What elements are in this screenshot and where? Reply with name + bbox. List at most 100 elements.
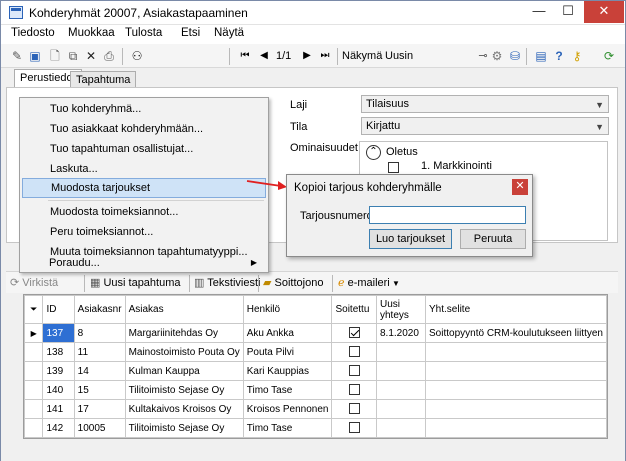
soitettu-checkbox[interactable] xyxy=(348,346,360,358)
collapse-icon[interactable]: ⌃ xyxy=(366,145,381,160)
menu-etsi[interactable]: Etsi xyxy=(181,27,200,39)
column-asiakasnr[interactable]: Asiakasnr xyxy=(73,295,126,324)
tree-child-checkbox[interactable] xyxy=(388,161,399,173)
cell-uusi-yhteys[interactable] xyxy=(375,342,427,362)
soitettu-checkbox[interactable] xyxy=(348,365,360,377)
column-id[interactable]: ID xyxy=(42,295,75,324)
menu-item-tuo-kohderyhma[interactable]: Tuo kohderyhmä... xyxy=(22,99,266,119)
cell-id[interactable]: 138 xyxy=(42,342,75,362)
cell-soitettu[interactable] xyxy=(331,399,377,419)
menu-muokkaa[interactable]: Muokkaa xyxy=(68,27,115,39)
first-record-icon[interactable]: ⏮ xyxy=(237,48,253,64)
cell-yht-selite[interactable] xyxy=(425,418,607,438)
settings-icon[interactable]: ⚙ xyxy=(489,48,505,64)
cell-henkilo[interactable]: Kari Kauppias xyxy=(242,361,333,381)
menu-item-muodosta-tarjoukset[interactable]: Muodosta tarjoukset xyxy=(22,178,266,198)
database-icon[interactable]: ⛁ xyxy=(507,48,523,64)
table-row[interactable]: ▶ 137 8 Margariinitehdas Oy Aku Ankka 8.1.202… xyxy=(24,323,607,343)
cell-asiakasnr[interactable]: 8 xyxy=(73,323,126,343)
edit-icon[interactable]: ✎ xyxy=(9,48,25,64)
table-row[interactable]: 141 17 Kultakaivos Kroisos Oy Kroisos Penno… xyxy=(24,399,607,419)
menu-tiedosto[interactable]: Tiedosto xyxy=(11,27,55,39)
key-icon[interactable]: ⚷ xyxy=(569,48,585,64)
table-row[interactable]: 138 11 Mainostoimisto Pouta Oy Pouta Pilvi xyxy=(24,342,607,362)
cell-soitettu[interactable] xyxy=(331,342,377,362)
list-icon[interactable]: ▤ xyxy=(533,48,549,64)
next-record-icon[interactable]: ▶ xyxy=(299,48,315,64)
cell-yht-selite[interactable] xyxy=(425,361,607,381)
refresh-button[interactable]: ⟳ Virkistä xyxy=(10,276,58,289)
cell-id[interactable]: 140 xyxy=(42,380,75,400)
cell-uusi-yhteys[interactable] xyxy=(375,380,427,400)
menu-tulosta[interactable]: Tulosta xyxy=(125,27,162,39)
cell-henkilo[interactable]: Timo Tase xyxy=(242,418,333,438)
column-chooser[interactable]: ⏷ xyxy=(24,295,44,324)
create-offers-button[interactable]: Luo tarjoukset xyxy=(369,229,452,249)
view-select[interactable]: Uusin xyxy=(385,50,413,62)
soitettu-checkbox[interactable] xyxy=(348,403,360,415)
soitettu-checkbox[interactable] xyxy=(348,384,360,396)
cell-henkilo[interactable]: Kroisos Pennonen xyxy=(242,399,333,419)
menu-item-muodosta-toimeksiannot[interactable]: Muodosta toimeksiannot... xyxy=(22,202,266,222)
cell-henkilo[interactable]: Pouta Pilvi xyxy=(242,342,333,362)
soitettu-checkbox[interactable] xyxy=(348,327,360,339)
minimize-button[interactable]: — xyxy=(525,1,553,23)
column-uusi-yhteys[interactable]: Uusi yhteys xyxy=(375,295,427,324)
menu-item-laskuta[interactable]: Laskuta... xyxy=(22,159,266,179)
cell-asiakasnr[interactable]: 17 xyxy=(73,399,126,419)
tree-root[interactable]: Oletus xyxy=(386,146,418,158)
save-icon[interactable]: ▣ xyxy=(27,48,43,64)
call-queue-button[interactable]: ▰ Soittojono xyxy=(263,276,323,289)
email-button[interactable]: ℯ e-maileri ▼ xyxy=(338,276,400,289)
cell-soitettu[interactable] xyxy=(331,380,377,400)
cell-asiakasnr[interactable]: 15 xyxy=(73,380,126,400)
cell-uusi-yhteys[interactable]: 8.1.2020 xyxy=(375,323,427,343)
column-yht-selite[interactable]: Yht.selite xyxy=(425,295,607,324)
cell-asiakasnr[interactable]: 14 xyxy=(73,361,126,381)
menu-item-tuo-osallistujat[interactable]: Tuo tapahtuman osallistujat... xyxy=(22,139,266,159)
tila-select[interactable]: Kirjattu ▼ xyxy=(361,117,609,135)
new-document-icon[interactable]: 🗋 xyxy=(47,48,63,64)
cancel-button[interactable]: Peruuta xyxy=(460,229,526,249)
menu-item-poraudu[interactable]: Poraudu... ▶ xyxy=(21,253,265,273)
cell-yht-selite[interactable] xyxy=(425,380,607,400)
print-icon[interactable]: ⎙ xyxy=(101,48,117,64)
cell-uusi-yhteys[interactable] xyxy=(375,399,427,419)
cell-asiakasnr[interactable]: 11 xyxy=(73,342,126,362)
column-soitettu[interactable]: Soitettu xyxy=(331,295,377,324)
cell-yht-selite[interactable] xyxy=(425,399,607,419)
cell-yht-selite[interactable]: Soittopyyntö CRM-koulutukseen liittyen xyxy=(425,323,607,343)
row-indicator[interactable] xyxy=(24,361,44,381)
tree-child[interactable]: 1. Markkinointi xyxy=(421,160,492,172)
cell-soitettu[interactable] xyxy=(331,418,377,438)
cell-uusi-yhteys[interactable] xyxy=(375,361,427,381)
cell-uusi-yhteys[interactable] xyxy=(375,418,427,438)
binoculars-icon[interactable]: ⚇ xyxy=(129,48,145,64)
menu-nayta[interactable]: Näytä xyxy=(214,27,244,39)
table-row[interactable]: 140 15 Tilitoimisto Sejase Oy Timo Tase xyxy=(24,380,607,400)
menu-item-peru-toimeksiannot[interactable]: Peru toimeksiannot... xyxy=(22,222,266,242)
tab-tapahtuma[interactable]: Tapahtuma xyxy=(70,71,137,88)
cell-asiakas[interactable]: Tilitoimisto Sejase Oy xyxy=(124,418,244,438)
row-indicator[interactable] xyxy=(24,418,44,438)
last-record-icon[interactable]: ⏭ xyxy=(317,48,333,64)
tarjousnumero-input[interactable] xyxy=(369,206,526,224)
cell-soitettu[interactable] xyxy=(331,361,377,381)
row-indicator[interactable] xyxy=(24,342,44,362)
cell-asiakas[interactable]: Kultakaivos Kroisos Oy xyxy=(124,399,244,419)
delete-icon[interactable]: ✕ xyxy=(83,48,99,64)
column-henkilo[interactable]: Henkilö xyxy=(242,295,333,324)
table-row[interactable]: 139 14 Kulman Kauppa Kari Kauppias xyxy=(24,361,607,381)
cell-id[interactable]: 137 xyxy=(42,323,75,343)
laji-select[interactable]: Tilaisuus ▼ xyxy=(361,95,609,113)
new-event-button[interactable]: ▦ Uusi tapahtuma xyxy=(90,276,181,289)
cell-asiakas[interactable]: Tilitoimisto Sejase Oy xyxy=(124,380,244,400)
cell-henkilo[interactable]: Aku Ankka xyxy=(242,323,333,343)
cell-asiakasnr[interactable]: 10005 xyxy=(73,418,126,438)
cell-soitettu[interactable] xyxy=(331,323,377,343)
menu-item-tuo-asiakkaat[interactable]: Tuo asiakkaat kohderyhmään... xyxy=(22,119,266,139)
table-row[interactable]: 142 10005 Tilitoimisto Sejase Oy Timo Tase xyxy=(24,418,607,438)
previous-record-icon[interactable]: ◀ xyxy=(256,48,272,64)
soitettu-checkbox[interactable] xyxy=(348,422,360,434)
close-window-button[interactable]: ✕ xyxy=(584,1,624,23)
